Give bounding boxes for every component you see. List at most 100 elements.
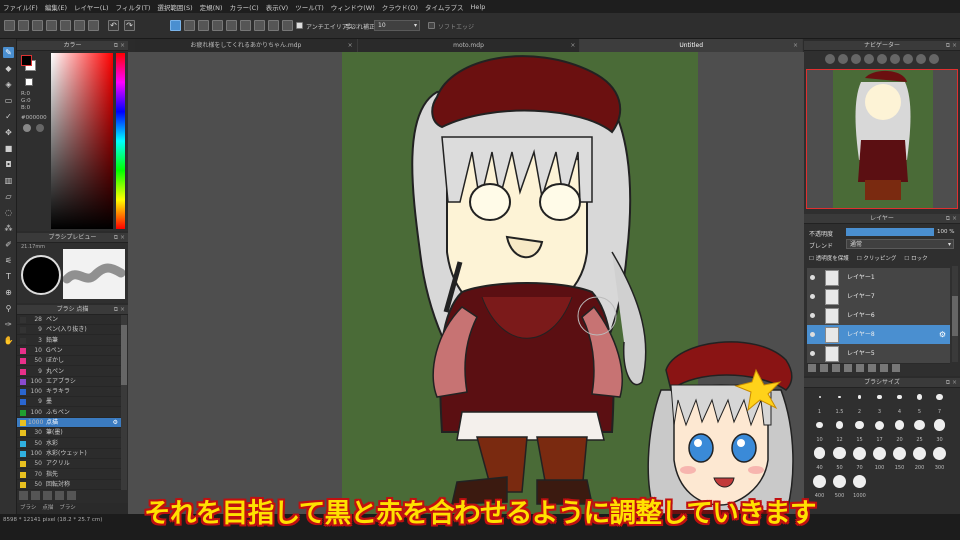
visibility-eye-icon[interactable]: [810, 351, 815, 356]
text-tool-icon[interactable]: T: [3, 271, 14, 282]
delete-layer-icon[interactable]: [892, 364, 900, 372]
menu-help[interactable]: Help: [471, 3, 486, 11]
color-mode-icon[interactable]: [23, 124, 31, 132]
tab-doc-3[interactable]: Untitled ×: [580, 39, 804, 52]
actual-size-icon[interactable]: [864, 54, 874, 64]
visibility-eye-icon[interactable]: [810, 332, 815, 337]
brush-item[interactable]: 28 ペン: [17, 315, 121, 325]
brush-size-option[interactable]: 30: [930, 418, 949, 444]
navigator-preview[interactable]: [806, 69, 958, 209]
rotate-right-icon[interactable]: [890, 54, 900, 64]
new-file-icon[interactable]: [4, 20, 15, 31]
brush-size-option[interactable]: 300: [930, 446, 949, 472]
lasso-icon[interactable]: ✓: [3, 111, 14, 122]
brush-tool-icon[interactable]: ✎: [3, 47, 14, 58]
lock-checkbox[interactable]: ☐ ロック: [904, 254, 927, 262]
zoom-out-icon[interactable]: [838, 54, 848, 64]
fill-mode-icon[interactable]: [184, 20, 195, 31]
brush-item[interactable]: 70 指先: [17, 470, 121, 480]
nav-settings-icon[interactable]: [929, 54, 939, 64]
brush-size-option[interactable]: 70: [850, 446, 869, 472]
layer-scrollbar[interactable]: [952, 266, 958, 362]
clipping-checkbox[interactable]: ☐ クリッピング: [857, 254, 897, 262]
layer-settings-icon[interactable]: ⚙: [939, 330, 946, 339]
blend-mode-select[interactable]: 通常 ▾: [846, 239, 954, 249]
menu-ruler[interactable]: 定規(N): [200, 2, 223, 12]
brush-item[interactable]: 50 アクリル: [17, 459, 121, 470]
rect-select-icon[interactable]: ▭: [3, 95, 14, 106]
fit-icon[interactable]: [851, 54, 861, 64]
bucket-icon[interactable]: ◘: [3, 159, 14, 170]
menu-filter[interactable]: フィルタ(T): [116, 2, 151, 12]
brush-size-option[interactable]: 100: [870, 446, 889, 472]
brush-size-option[interactable]: 20: [890, 418, 909, 444]
brush-list-scrollbar[interactable]: [121, 315, 127, 490]
brush-size-option[interactable]: 12: [830, 418, 849, 444]
brush-size-option[interactable]: 5: [910, 390, 929, 416]
hue-slider[interactable]: [116, 53, 125, 229]
panel-icon[interactable]: [74, 20, 85, 31]
radial-snap-icon[interactable]: [254, 20, 265, 31]
fill-rect-icon[interactable]: ■: [3, 143, 14, 154]
brush-item[interactable]: 100 ふちペン: [17, 408, 121, 418]
move-icon[interactable]: ✥: [3, 127, 14, 138]
brush-size-option[interactable]: 1.5: [830, 390, 849, 416]
dot-eraser-icon[interactable]: ◈: [3, 79, 14, 90]
brush-size-option[interactable]: 7: [930, 390, 949, 416]
grid-icon[interactable]: [46, 20, 57, 31]
menu-edit[interactable]: 編集(E): [45, 2, 67, 12]
select-pen-icon[interactable]: ▱: [3, 191, 14, 202]
brush-size-option[interactable]: 15: [850, 418, 869, 444]
menu-window[interactable]: ウィンドウ(W): [331, 2, 375, 12]
merge-down-icon[interactable]: [856, 364, 864, 372]
brush-item[interactable]: 10 Gペン: [17, 346, 121, 356]
rotate-left-icon[interactable]: [877, 54, 887, 64]
opacity-slider[interactable]: [846, 228, 934, 236]
brush-item[interactable]: 100 エアブラシ: [17, 377, 121, 387]
select-mode-icon[interactable]: [198, 20, 209, 31]
layer-row[interactable]: レイヤー5: [807, 344, 950, 364]
menu-color[interactable]: カラー(C): [230, 2, 259, 12]
brush-folder-icon[interactable]: [43, 491, 52, 500]
magic-wand-icon[interactable]: ⁂: [3, 223, 14, 234]
brush-size-option[interactable]: 17: [870, 418, 889, 444]
eraser-tool-icon[interactable]: ◆: [3, 63, 14, 74]
add-brush-icon[interactable]: [19, 491, 28, 500]
antialias-checkbox[interactable]: [296, 22, 303, 29]
zoom-in-icon[interactable]: [825, 54, 835, 64]
softedge-checkbox[interactable]: [428, 22, 435, 29]
brush-item[interactable]: 30 筆(墨): [17, 428, 121, 439]
tab-brush[interactable]: ブラシ: [20, 503, 36, 514]
perspective-icon[interactable]: [268, 20, 279, 31]
brush-item[interactable]: 50 ぼかし: [17, 356, 121, 367]
view-icon[interactable]: [88, 20, 99, 31]
visibility-eye-icon[interactable]: [810, 275, 815, 280]
eyedropper2-icon[interactable]: ✑: [3, 319, 14, 330]
brush-size-option[interactable]: 1: [810, 390, 829, 416]
tab-doc-1[interactable]: お疲れ様をしてくれるあかりちゃん.mdp ×: [135, 39, 358, 52]
color-palette-icon[interactable]: [36, 124, 44, 132]
transparent-color-swatch[interactable]: [25, 78, 33, 86]
brush-size-option[interactable]: 50: [830, 446, 849, 472]
brush-settings-icon[interactable]: [55, 491, 64, 500]
select-eraser-icon[interactable]: ◌: [3, 207, 14, 218]
brush-size-option[interactable]: 4: [890, 390, 909, 416]
layer-row[interactable]: レイヤー1: [807, 268, 950, 288]
transform-icon[interactable]: [212, 20, 223, 31]
visibility-eye-icon[interactable]: [810, 294, 815, 299]
undo-icon[interactable]: ↶: [108, 20, 119, 31]
copy-brush-icon[interactable]: [31, 491, 40, 500]
menu-layer[interactable]: レイヤー(L): [74, 2, 109, 12]
stabilizer-select[interactable]: 10 ▾: [374, 20, 420, 31]
duplicate-layer-icon[interactable]: [844, 364, 852, 372]
flip-icon[interactable]: [916, 54, 926, 64]
gradient-icon[interactable]: ▥: [3, 175, 14, 186]
new-layer-icon[interactable]: [808, 364, 816, 372]
brush-size-option[interactable]: 25: [910, 418, 929, 444]
eyedropper-icon[interactable]: ⚲: [3, 303, 14, 314]
brush-item[interactable]: 100 水彩(ウェット): [17, 449, 121, 459]
brush-item[interactable]: 50 水彩: [17, 439, 121, 449]
brush-item[interactable]: 9 ペン(入り抜き): [17, 325, 121, 336]
pen-tool-icon[interactable]: ✐: [3, 239, 14, 250]
brush-size-option[interactable]: 200: [910, 446, 929, 472]
